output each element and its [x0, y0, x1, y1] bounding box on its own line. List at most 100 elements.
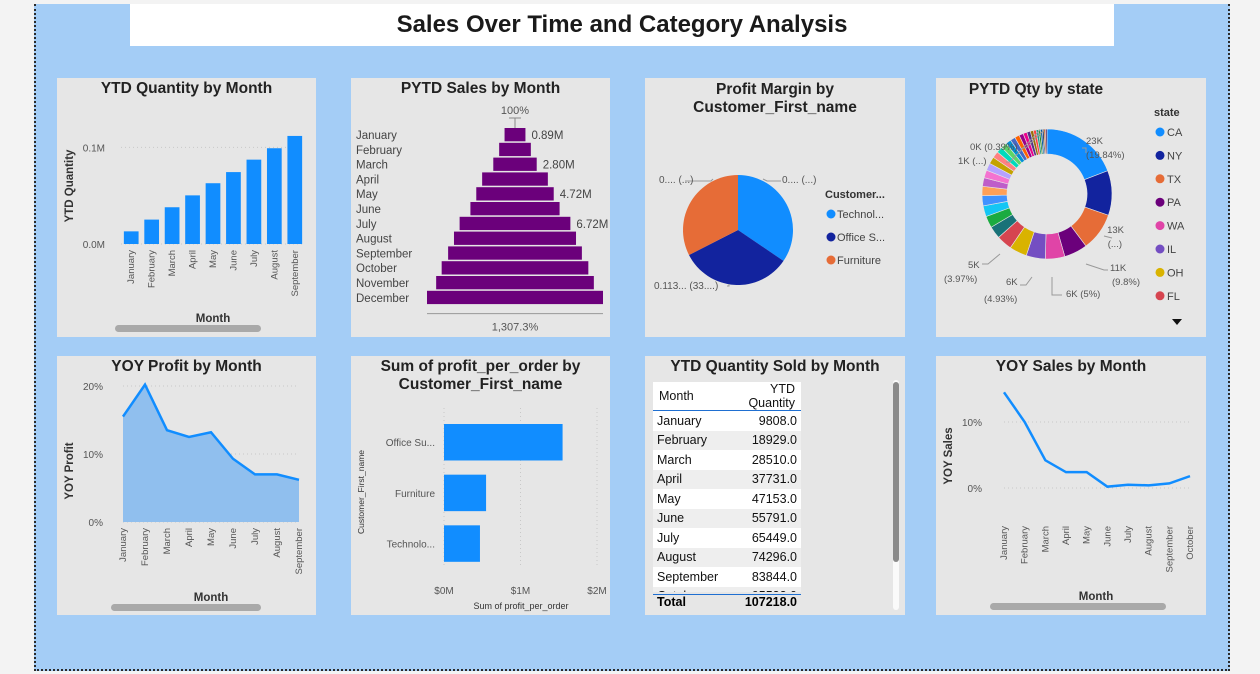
table-row[interactable]: August 74296.0: [653, 547, 801, 567]
legend-more-icon[interactable]: [1172, 319, 1182, 325]
table-row[interactable]: March 28510.0: [653, 450, 801, 470]
donut-data-label: 5K: [968, 260, 980, 271]
funnel-bar-june: [470, 202, 560, 216]
ytd-table-card[interactable]: YTD Quantity Sold by Month Month YTD Qua…: [645, 356, 905, 615]
y-tick-label: Furniture: [395, 489, 435, 500]
table-row[interactable]: February 18929.0: [653, 430, 801, 450]
pie-data-label: 0.113... (33....): [654, 281, 718, 292]
pie-leader-line: [727, 284, 730, 287]
legend-item: Technol...: [837, 209, 884, 221]
table-row[interactable]: July 65449.0: [653, 528, 801, 548]
table-cell-ytd-quantity: 74296.0: [751, 550, 797, 565]
hbar-1: [444, 474, 487, 512]
ytd-quantity-scrollbar[interactable]: [115, 325, 261, 332]
y-tick-label: 10%: [962, 418, 982, 429]
bar-june: [226, 172, 241, 244]
profit-margin-card[interactable]: Profit Margin by Customer_First_name 0..…: [645, 78, 905, 337]
legend-item: PA: [1167, 197, 1182, 209]
x-tick-label: August: [272, 528, 283, 558]
x-tick-label: January: [118, 528, 129, 562]
x-tick-label: April: [184, 528, 195, 547]
x-tick-label: May: [1082, 526, 1093, 544]
table-cell-month: January: [657, 413, 702, 428]
donut-data-label: 1K (...): [958, 156, 987, 167]
pytd-qty-state-chart: 0K (0.39%) 1K (...) 23K (19.84%) 13K (...) 11K…: [944, 107, 1185, 305]
pytd-qty-state-card[interactable]: PYTD Qty by state 0K (0.39%) 1K (...) 23K(…: [936, 78, 1206, 337]
pytd-sales-chart: 100% January February March April May June July…: [356, 105, 608, 334]
pie-data-label: 0.... (...): [659, 175, 693, 186]
y-tick-label: 0%: [968, 484, 983, 495]
hbar-0: [444, 424, 563, 461]
donut-leader-line: [982, 253, 1001, 265]
funnel-category-label: July: [356, 219, 377, 231]
x-axis-label: Sum of profit_per_order: [473, 601, 568, 611]
y-tick-label: 0.1M: [83, 143, 105, 154]
table-scroll-thumb[interactable]: [893, 382, 899, 562]
table-cell-month: April: [657, 472, 683, 487]
table-row[interactable]: January 9808.0: [653, 410, 801, 431]
x-tick-label: June: [228, 250, 239, 271]
x-tick-label: May: [206, 528, 217, 546]
table-vertical-scrollbar[interactable]: [893, 380, 899, 610]
x-tick-label: March: [167, 250, 178, 276]
ytd-quantity-chart: 0.0M 0.1M YTD Quantity January February March…: [64, 135, 305, 325]
legend-marker: [1155, 244, 1165, 254]
funnel-data-label: 4.72M: [560, 189, 592, 201]
donut-leader-line: [1085, 263, 1108, 271]
funnel-bar-may: [476, 187, 554, 201]
funnel-bar-november: [436, 276, 594, 290]
sales-line: [1002, 391, 1191, 488]
legend-marker: [826, 209, 836, 219]
y-tick-label: Technolo...: [387, 540, 435, 551]
yoy-sales-scrollbar[interactable]: [990, 603, 1166, 610]
bar-april: [185, 195, 200, 244]
profit-margin-chart: 0.... (...) 0.... (...) 0.113... (33....) C…: [654, 175, 885, 292]
legend-marker: [1155, 127, 1165, 137]
column-header-month[interactable]: Month: [653, 382, 723, 411]
table-row[interactable]: September 83844.0: [653, 567, 801, 587]
funnel-category-label: April: [356, 174, 379, 186]
table-row[interactable]: April 37731.0: [653, 469, 801, 489]
y-axis-label: YTD Quantity: [64, 149, 76, 222]
ytd-table[interactable]: Month YTD Quantity January 9808.0 February…: [653, 382, 801, 592]
table-cell-month: October: [653, 587, 722, 592]
x-tick-label: May: [208, 250, 219, 268]
x-tick-label: September: [290, 250, 301, 296]
x-tick-label: $1M: [511, 586, 530, 597]
legend-title: Customer...: [825, 189, 885, 201]
table-row[interactable]: May 47153.0: [653, 489, 801, 509]
x-axis-label: Month: [194, 592, 228, 604]
table-cell-month: August: [657, 550, 696, 565]
bar-january: [123, 231, 139, 244]
column-header-ytd-quantity[interactable]: YTD Quantity: [722, 382, 801, 411]
ytd-table-title: YTD Quantity Sold by Month: [670, 358, 880, 375]
funnel-category-label: June: [356, 204, 381, 216]
yoy-sales-card[interactable]: YOY Sales by Month 0% 10% YOY Sales January…: [936, 356, 1206, 615]
dashboard-title: Sales Over Time and Category Analysis: [130, 4, 1114, 46]
donut-data-label: 13K: [1107, 225, 1125, 236]
table-cell-ytd-quantity: 9808.0: [758, 413, 797, 428]
table-row[interactable]: October95532.0: [653, 586, 801, 592]
pytd-sales-card[interactable]: PYTD Sales by Month 100% January February M…: [351, 78, 610, 337]
table-cell-month: July: [657, 530, 680, 545]
funnel-bar-august: [453, 231, 577, 245]
yoy-sales-chart: 0% 10% YOY Sales January February March April M…: [943, 391, 1196, 603]
table-cell-ytd-quantity: 47153.0: [751, 491, 797, 506]
x-tick-label: April: [1061, 526, 1072, 545]
legend-item: CA: [1167, 127, 1183, 139]
funnel-bar-july: [459, 216, 571, 231]
x-tick-label: $0M: [434, 586, 453, 597]
table-cell-ytd-quantity: 83844.0: [751, 569, 797, 584]
hbar-2: [444, 525, 480, 562]
y-axis-label: YOY Sales: [943, 427, 955, 484]
table-row[interactable]: June 55791.0: [653, 508, 801, 528]
ytd-quantity-card[interactable]: YTD Quantity by Month 0.0M 0.1M YTD Quanti…: [57, 78, 316, 337]
x-tick-label: July: [250, 528, 261, 545]
donut-data-label: 6K (5%): [1066, 289, 1100, 300]
profit-per-order-card[interactable]: Sum of profit_per_order by Customer_Firs…: [351, 356, 610, 615]
yoy-profit-scrollbar[interactable]: [111, 604, 261, 611]
x-tick-label: $2M: [587, 586, 606, 597]
legend-marker: [1155, 267, 1165, 277]
yoy-profit-card[interactable]: YOY Profit by Month 0% 10% 20% YOY Profit Ja…: [57, 356, 316, 615]
table-total-row: Total 107218.0: [653, 594, 801, 612]
